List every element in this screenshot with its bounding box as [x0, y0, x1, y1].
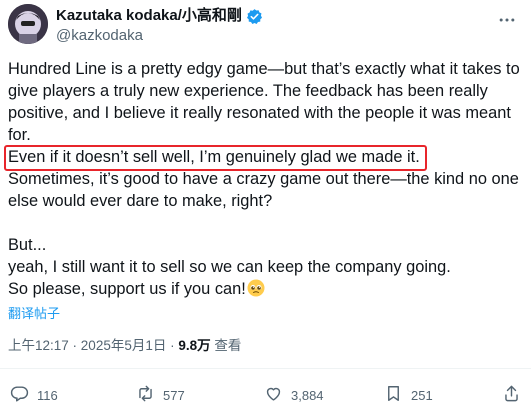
author-name-row[interactable]: Kazutaka kodaka/小高和剛 — [56, 6, 263, 26]
tweet-date[interactable]: 2025年5月1日 — [81, 338, 167, 353]
meta-separator: · — [68, 338, 81, 353]
bookmark-button[interactable]: 251 — [384, 384, 433, 406]
tweet-metadata: 上午12:17 · 2025年5月1日 · 9.8万 查看 — [8, 337, 241, 355]
bookmark-icon — [384, 384, 403, 406]
meta-separator: · — [166, 338, 179, 353]
share-icon — [502, 384, 521, 406]
pleading-face-emoji-icon — [247, 279, 265, 297]
like-count: 3,884 — [291, 387, 324, 403]
action-bar: 116 577 3,884 251 — [0, 380, 531, 410]
avatar[interactable] — [8, 4, 48, 44]
author-handle[interactable]: @kazkodaka — [56, 26, 143, 46]
view-count: 9.8万 — [178, 338, 211, 353]
tweet-paragraph: Sometimes, it’s good to have a crazy gam… — [8, 170, 519, 210]
tweet-last-line: So please, support us if you can! — [8, 278, 523, 300]
reply-count: 116 — [37, 387, 58, 403]
heart-icon — [264, 384, 283, 406]
reply-icon — [10, 384, 29, 406]
bookmark-count: 251 — [411, 387, 433, 403]
share-button[interactable] — [502, 384, 521, 406]
reply-button[interactable]: 116 — [10, 384, 58, 406]
tweet-text: Hundred Line is a pretty edgy game—but t… — [8, 58, 523, 300]
tweet-paragraph: But... — [8, 236, 47, 254]
views-label: 查看 — [214, 338, 242, 353]
tweet-last-line-text: So please, support us if you can! — [8, 280, 246, 298]
verified-badge-icon — [246, 8, 263, 25]
like-button[interactable]: 3,884 — [264, 384, 324, 406]
translate-post-link[interactable]: 翻译帖子 — [8, 306, 60, 322]
tweet-paragraph: yeah, I still want it to sell so we can … — [8, 258, 451, 276]
tweet-paragraph: Hundred Line is a pretty edgy game—but t… — [8, 60, 520, 144]
more-options-icon[interactable] — [497, 10, 517, 33]
repost-count: 577 — [163, 387, 185, 403]
highlight-annotation-box — [4, 145, 427, 171]
repost-icon — [136, 384, 155, 406]
divider — [0, 368, 531, 369]
tweet-time[interactable]: 上午12:17 — [8, 338, 69, 353]
author-display-name[interactable]: Kazutaka kodaka/小高和剛 — [56, 6, 242, 26]
repost-button[interactable]: 577 — [136, 384, 185, 406]
